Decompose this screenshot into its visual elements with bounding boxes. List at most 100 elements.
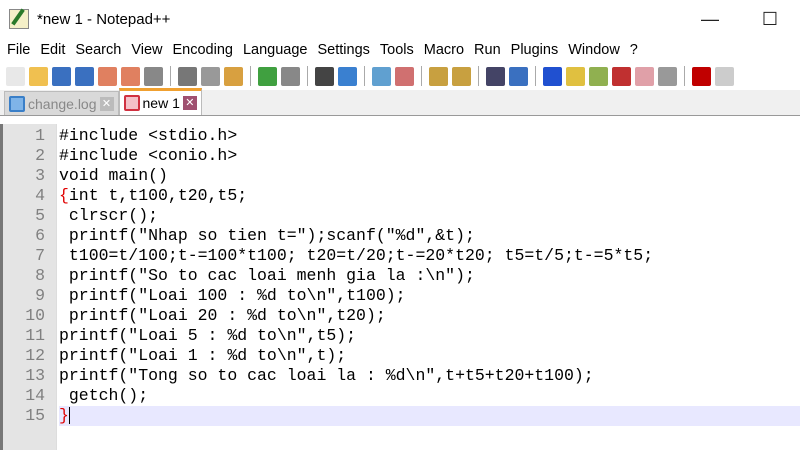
- toolbar-separator: [170, 66, 171, 86]
- code-text: t100=t/100;t-=100*t100; t20=t/20;t-=20*t…: [59, 246, 654, 265]
- code-text: printf("Loai 5 : %d to\n",t5);: [59, 326, 357, 345]
- menu-help[interactable]: ?: [625, 42, 643, 58]
- code-text: printf("Loai 100 : %d to\n",t100);: [59, 286, 406, 305]
- code-line: printf("Loai 5 : %d to\n",t5);: [59, 326, 800, 346]
- paste-icon[interactable]: [224, 66, 243, 86]
- menu-encoding[interactable]: Encoding: [168, 42, 238, 58]
- notepad-app-icon: [9, 9, 29, 29]
- line-number: 2: [35, 146, 45, 165]
- save-all-icon[interactable]: [75, 66, 94, 86]
- menu-window[interactable]: Window: [563, 42, 625, 58]
- open-icon[interactable]: [29, 66, 48, 86]
- replace-icon[interactable]: [338, 66, 357, 86]
- code-text: printf("So to cac loai menh gia la :\n")…: [59, 266, 475, 285]
- title-bar: *new 1 - Notepad++ — ☐: [0, 0, 800, 38]
- close-tab-icon[interactable]: ✕: [182, 96, 197, 110]
- code-line: printf("So to cac loai menh gia la :\n")…: [59, 266, 800, 286]
- line-number: 8: [35, 266, 45, 285]
- show-all-chars-icon[interactable]: [509, 66, 528, 86]
- code-line: printf("Loai 100 : %d to\n",t100);: [59, 286, 800, 306]
- copy-icon[interactable]: [201, 66, 220, 86]
- menu-bar: File Edit Search View Encoding Language Settin…: [0, 38, 800, 62]
- monitoring-icon[interactable]: [658, 66, 677, 86]
- line-number: 14: [25, 386, 45, 405]
- menu-run[interactable]: Run: [469, 42, 506, 58]
- toolbar-separator: [535, 66, 536, 86]
- code-line: printf("Loai 1 : %d to\n",t);: [59, 346, 800, 366]
- undo-icon[interactable]: [258, 66, 277, 86]
- tab-change-log[interactable]: change.log ✕: [4, 91, 119, 115]
- find-icon[interactable]: [315, 66, 334, 86]
- toolbar-separator: [364, 66, 365, 86]
- close-icon[interactable]: [98, 66, 117, 86]
- print-icon[interactable]: [144, 66, 163, 86]
- saved-file-icon: [9, 95, 25, 112]
- tab-new-1[interactable]: new 1 ✕: [118, 88, 202, 115]
- sync-v-icon[interactable]: [429, 66, 448, 86]
- text-caret: [68, 407, 70, 425]
- code-text: #include <stdio.h>: [59, 126, 238, 145]
- editor[interactable]: 1 2 3 4 5 6 7 8 9 10 11 12 13 14 15 #include <stdio.h>…: [0, 124, 800, 450]
- line-number: 13: [25, 366, 45, 385]
- minimize-button[interactable]: —: [680, 9, 740, 30]
- menu-settings[interactable]: Settings: [312, 42, 374, 58]
- code-line: void main(): [59, 166, 800, 186]
- window-title: *new 1 - Notepad++: [37, 10, 171, 28]
- line-number: 15: [25, 406, 45, 425]
- line-number: 3: [35, 166, 45, 185]
- tab-label: new 1: [142, 95, 180, 111]
- unsaved-file-icon: [123, 95, 140, 111]
- line-number-gutter: 1 2 3 4 5 6 7 8 9 10 11 12 13 14 15: [3, 124, 57, 450]
- code-line: t100=t/100;t-=100*t100; t20=t/20;t-=20*t…: [59, 246, 800, 266]
- redo-icon[interactable]: [281, 66, 300, 86]
- code-line: {int t,t100,t20,t5;: [59, 186, 800, 206]
- line-number: 6: [35, 226, 45, 245]
- line-number: 4: [35, 186, 45, 205]
- cut-icon[interactable]: [178, 66, 197, 86]
- line-number: 7: [35, 246, 45, 265]
- new-icon[interactable]: [6, 66, 25, 86]
- folder-workspace-icon[interactable]: [635, 66, 654, 86]
- code-text: #include <conio.h>: [59, 146, 238, 165]
- code-line: clrscr();: [59, 206, 800, 226]
- code-text: printf("Loai 1 : %d to\n",t);: [59, 346, 347, 365]
- menu-file[interactable]: File: [2, 42, 35, 58]
- sync-h-icon[interactable]: [452, 66, 471, 86]
- toolbar-separator: [250, 66, 251, 86]
- toolbar-separator: [421, 66, 422, 86]
- code-text: int t,t100,t20,t5;: [68, 186, 248, 205]
- code-line: printf("Loai 20 : %d to\n",t20);: [59, 306, 800, 326]
- close-all-icon[interactable]: [121, 66, 140, 86]
- udl-icon[interactable]: [566, 66, 585, 86]
- close-tab-icon[interactable]: ✕: [99, 96, 114, 111]
- line-number: 10: [25, 306, 45, 325]
- code-line: }: [59, 406, 800, 426]
- line-number: 11: [25, 326, 45, 345]
- record-macro-icon[interactable]: [692, 66, 711, 86]
- function-list-icon[interactable]: [612, 66, 631, 86]
- menu-search[interactable]: Search: [70, 42, 126, 58]
- save-icon[interactable]: [52, 66, 71, 86]
- code-text: printf("Tong so to cac loai la : %d\n",t…: [59, 366, 594, 385]
- toolbar-separator: [684, 66, 685, 86]
- code-line: printf("Nhap so tien t=");scanf("%d",&t)…: [59, 226, 800, 246]
- menu-plugins[interactable]: Plugins: [506, 42, 564, 58]
- doc-map-icon[interactable]: [589, 66, 608, 86]
- word-wrap-icon[interactable]: [486, 66, 505, 86]
- menu-tools[interactable]: Tools: [375, 42, 419, 58]
- menu-language[interactable]: Language: [238, 42, 313, 58]
- code-text: printf("Loai 20 : %d to\n",t20);: [59, 306, 386, 325]
- indent-guide-icon[interactable]: [543, 66, 562, 86]
- menu-edit[interactable]: Edit: [35, 42, 70, 58]
- maximize-button[interactable]: ☐: [740, 9, 800, 30]
- stop-record-icon[interactable]: [715, 66, 734, 86]
- line-number: 12: [25, 346, 45, 365]
- line-number: 1: [35, 126, 45, 145]
- code-area[interactable]: #include <stdio.h> #include <conio.h> void…: [57, 124, 800, 450]
- toolbar-separator: [307, 66, 308, 86]
- zoom-in-icon[interactable]: [372, 66, 391, 86]
- code-text: printf("Nhap so tien t=");scanf("%d",&t)…: [59, 226, 475, 245]
- zoom-out-icon[interactable]: [395, 66, 414, 86]
- menu-macro[interactable]: Macro: [419, 42, 469, 58]
- menu-view[interactable]: View: [126, 42, 167, 58]
